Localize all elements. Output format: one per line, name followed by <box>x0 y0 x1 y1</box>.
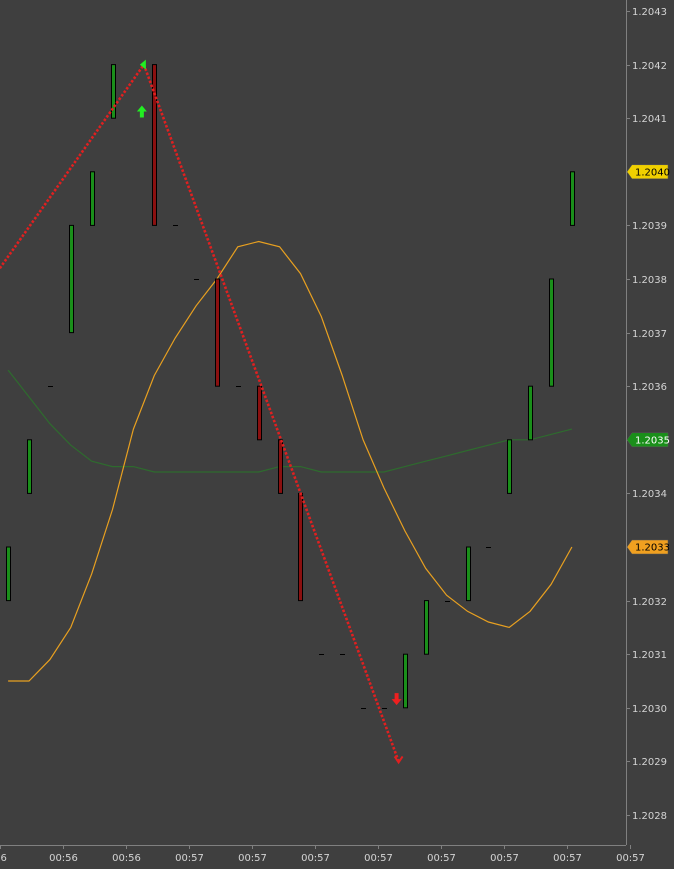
candle-bar-doji <box>48 386 53 387</box>
candle-bar-down <box>278 439 283 494</box>
candle-bar-up <box>27 439 32 494</box>
x-tick-label: 00:57 <box>553 853 582 864</box>
y-tick-label: 1.2041 <box>632 114 667 125</box>
x-tick-label: 00:57 <box>616 853 645 864</box>
price-tag-label: 1.2035 <box>635 435 670 446</box>
candle-bar-up <box>528 385 533 441</box>
candle-bar-up <box>466 546 471 602</box>
price-tag-label: 1.2040 <box>635 167 670 178</box>
candle-bar-down <box>298 492 303 602</box>
candle-bar-up <box>549 278 554 387</box>
y-tick-label: 1.2036 <box>632 382 667 393</box>
y-tick-label: 1.2037 <box>632 329 667 340</box>
candle-bar-up <box>570 171 575 226</box>
candle-bar-doji <box>382 708 387 709</box>
x-tick-label: 00:56 <box>49 853 78 864</box>
price-tag-last: 1.2040 <box>626 164 670 180</box>
candle-bar-up <box>6 546 11 602</box>
candle-bar-doji <box>361 708 366 709</box>
x-tick-label: 00:57 <box>427 853 456 864</box>
candle-bar-up <box>90 171 95 226</box>
y-tick-label: 1.2042 <box>632 61 667 72</box>
sell-signal-arrow-icon <box>391 693 402 706</box>
x-tick-label: 00:57 <box>175 853 204 864</box>
candle-bar-doji <box>340 654 345 655</box>
price-tag-label: 1.2033 <box>635 543 670 554</box>
candle-bar-up <box>424 600 429 655</box>
zigzag-line <box>0 61 400 762</box>
candle-bar-doji <box>194 279 199 280</box>
buy-signal-arrow-icon <box>136 105 147 118</box>
y-tick-label: 1.2034 <box>632 489 667 500</box>
y-tick-label: 1.2038 <box>632 275 667 286</box>
candle-bar-down <box>215 278 220 387</box>
x-tick-label: 56 <box>0 853 7 864</box>
y-tick-label: 1.2043 <box>632 7 667 18</box>
y-tick-label: 1.2032 <box>632 597 667 608</box>
x-tick-label: 00:57 <box>301 853 330 864</box>
y-tick-label: 1.2028 <box>632 811 667 822</box>
x-tick-label: 00:57 <box>364 853 393 864</box>
price-tag-green: 1.2035 <box>626 432 670 448</box>
y-tick-label: 1.2039 <box>632 221 667 232</box>
candle-bar-down <box>257 385 262 441</box>
y-tick-label: 1.2029 <box>632 757 667 768</box>
candle-bar-doji <box>445 601 450 602</box>
price-chart[interactable]: 1.2043 1.2042 1.2041 1.2040 1.2039 1.2038 1.20… <box>0 0 674 869</box>
candle-bar-doji <box>173 225 178 226</box>
price-tag-orange: 1.2033 <box>626 539 670 555</box>
x-tick-label: 00:57 <box>490 853 519 864</box>
y-tick-label: 1.2030 <box>632 704 667 715</box>
candle-bar-up <box>507 439 512 494</box>
candle-bar-doji <box>319 654 324 655</box>
x-tick-label: 00:56 <box>112 853 141 864</box>
candle-bar-doji <box>236 386 241 387</box>
x-tick-label: 00:57 <box>238 853 267 864</box>
y-tick-label: 1.2031 <box>632 650 667 661</box>
candle-bar-doji <box>486 547 491 548</box>
candle-bar-up <box>69 224 74 334</box>
candle-bar-up <box>403 653 408 709</box>
slow-moving-average-line <box>7 369 573 473</box>
